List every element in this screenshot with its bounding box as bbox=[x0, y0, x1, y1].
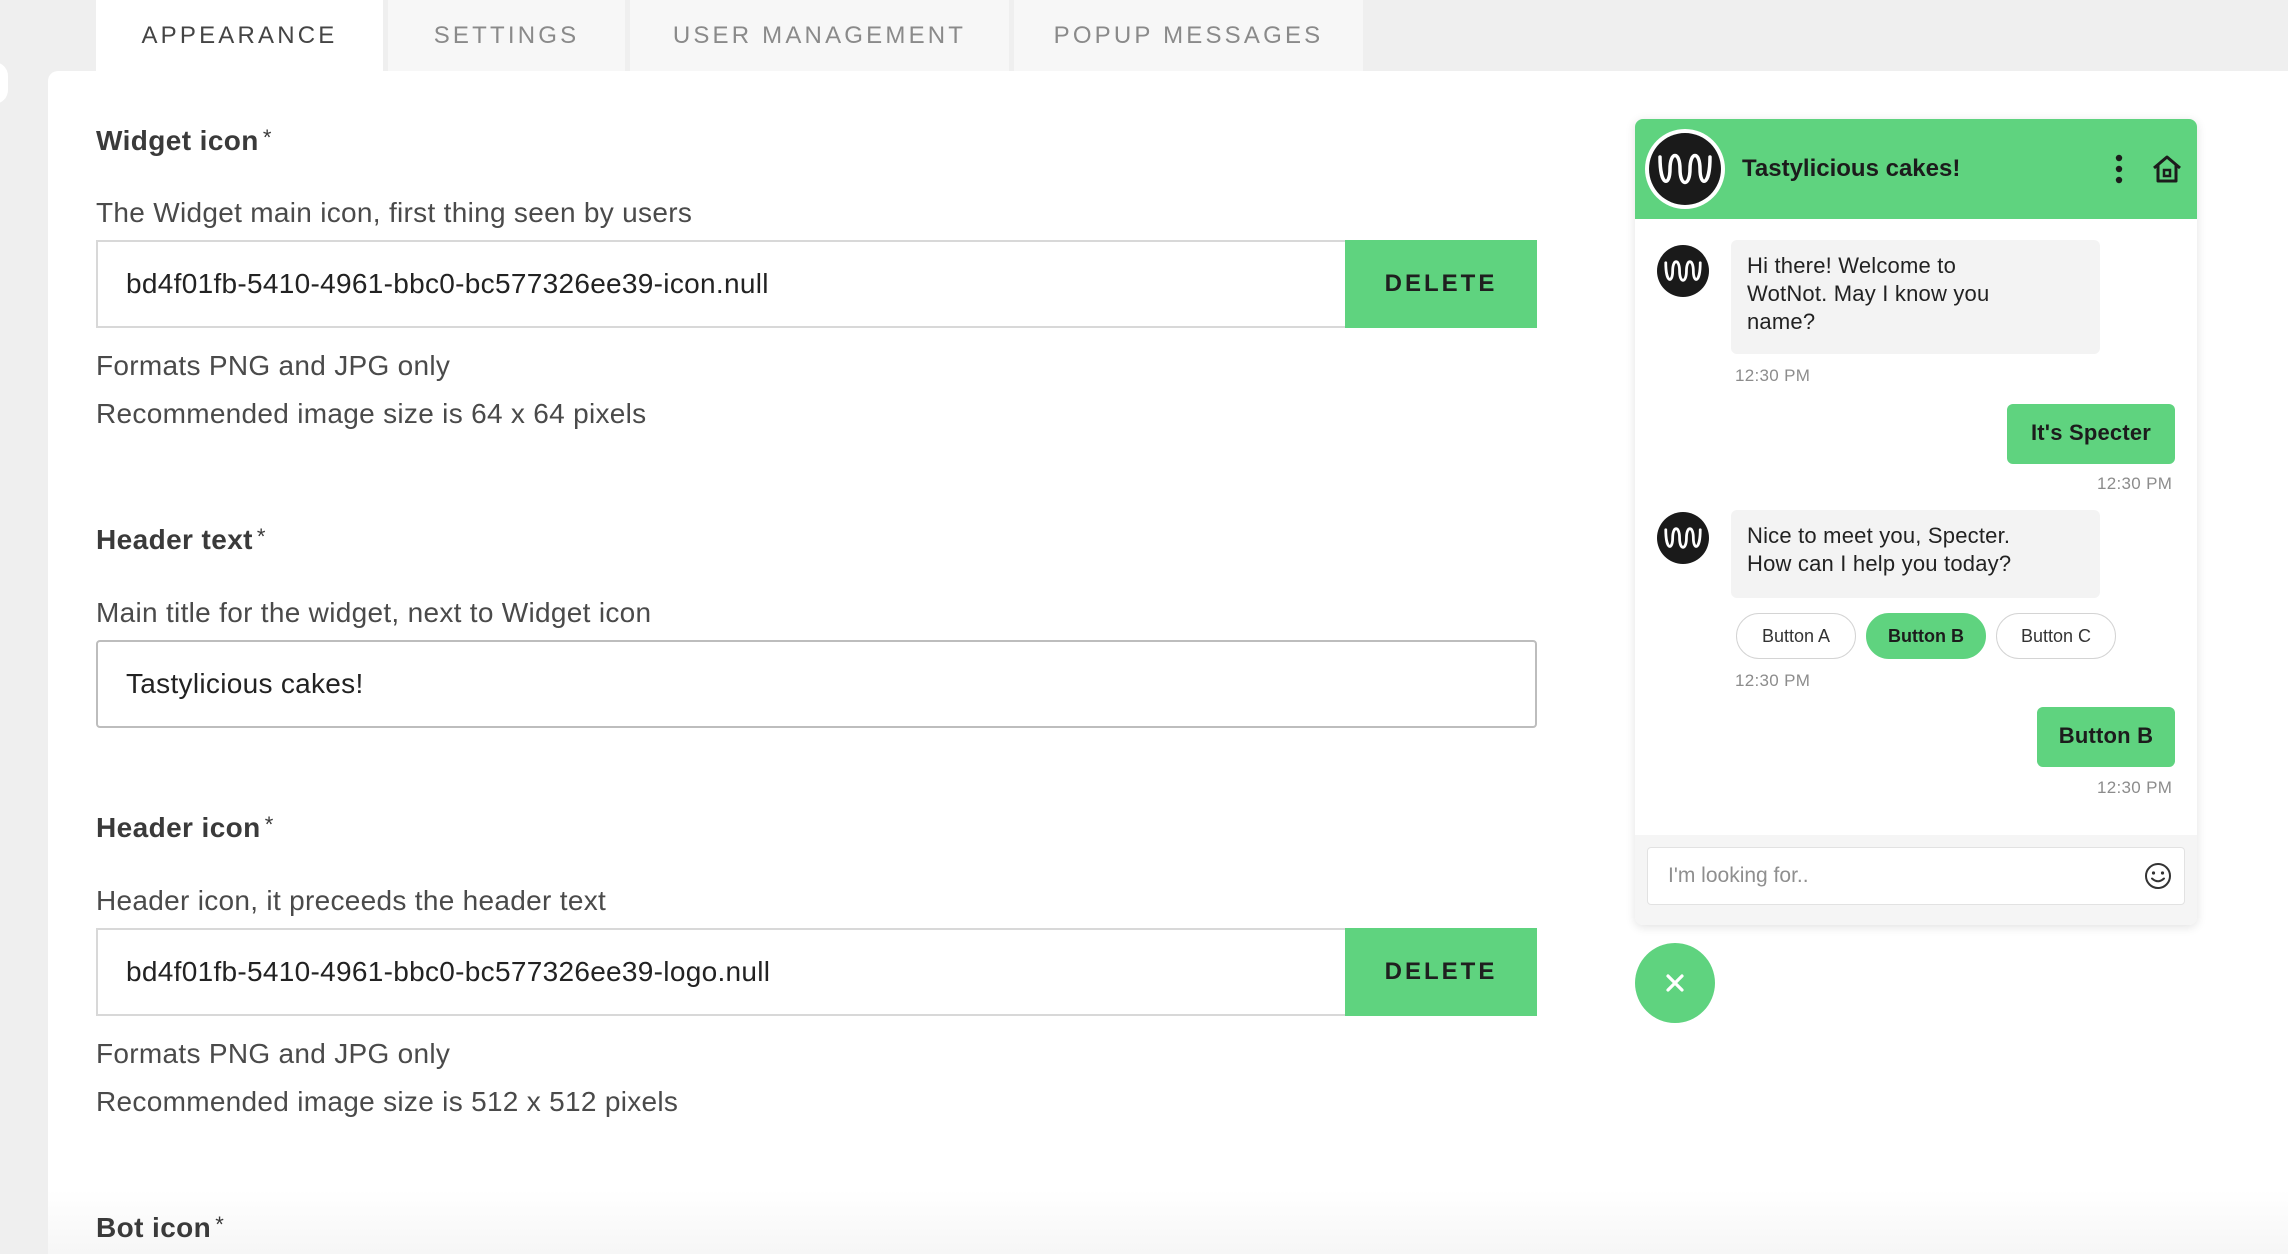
header-text-input[interactable]: Tastylicious cakes! bbox=[96, 640, 1537, 728]
close-icon bbox=[1666, 974, 1684, 992]
widget-icon-delete-button[interactable]: DELETE bbox=[1345, 240, 1537, 328]
smiley-icon[interactable] bbox=[2143, 861, 2173, 891]
chat-header: Tastylicious cakes! bbox=[1635, 119, 2197, 219]
widget-icon-field-row: bd4f01fb-5410-4961-bbc0-bc577326ee39-ico… bbox=[96, 240, 1537, 328]
widget-icon-description: The Widget main icon, first thing seen b… bbox=[96, 197, 693, 228]
bot-message-line: Hi there! Welcome to bbox=[1747, 253, 1957, 278]
user-message: It's Specter bbox=[2007, 404, 2175, 464]
home-icon[interactable] bbox=[2149, 151, 2185, 187]
header-icon-description: Header icon, it preceeds the header text bbox=[96, 885, 607, 916]
message-timestamp: 12:30 PM bbox=[2097, 778, 2173, 797]
chat-message-input[interactable] bbox=[1647, 847, 2185, 905]
header-text-description: Main title for the widget, next to Widge… bbox=[96, 597, 652, 628]
widget-icon-formats-wrap: Formats PNG and JPG only bbox=[96, 350, 1536, 382]
tab-settings[interactable]: SETTINGS bbox=[388, 0, 625, 71]
header-text-label: Header text * bbox=[96, 524, 266, 555]
bot-message-line: WotNot. May I know you bbox=[1747, 281, 1990, 306]
chat-header-title: Tastylicious cakes! bbox=[1742, 155, 1961, 182]
header-text-field-row: Tastylicious cakes! bbox=[96, 640, 1537, 728]
message-timestamp: 12:30 PM bbox=[2097, 474, 2173, 493]
widget-icon-size-wrap: Recommended image size is 64 x 64 pixels bbox=[96, 398, 1536, 430]
bot-icon-section: Bot icon * bbox=[96, 1212, 1536, 1244]
bot-avatar-icon bbox=[1657, 245, 1709, 297]
widget-icon-label: Widget icon * bbox=[96, 125, 272, 156]
header-icon-size-wrap: Recommended image size is 512 x 512 pixe… bbox=[96, 1086, 1536, 1118]
user-message: Button B bbox=[2037, 707, 2175, 767]
chat-footer bbox=[1635, 835, 2197, 925]
close-widget-button[interactable] bbox=[1635, 943, 1715, 1023]
bot-message: Hi there! Welcome to WotNot. May I know … bbox=[1731, 240, 2100, 354]
widget-icon-file-field[interactable]: bd4f01fb-5410-4961-bbc0-bc577326ee39-ico… bbox=[96, 240, 1345, 328]
widget-icon-section: Widget icon * bbox=[96, 125, 1536, 157]
header-text-description-wrap: Main title for the widget, next to Widge… bbox=[96, 597, 1536, 629]
tab-appearance[interactable]: APPEARANCE bbox=[96, 0, 383, 71]
header-logo-icon bbox=[1645, 129, 1725, 209]
header-icon-formats-wrap: Formats PNG and JPG only bbox=[96, 1038, 1536, 1070]
header-text-section: Header text * bbox=[96, 524, 1536, 556]
widget-icon-description-wrap: The Widget main icon, first thing seen b… bbox=[96, 197, 1536, 229]
header-icon-delete-button[interactable]: DELETE bbox=[1345, 928, 1537, 1016]
header-icon-description-wrap: Header icon, it preceeds the header text bbox=[96, 885, 1536, 917]
quick-reply-button-selected[interactable]: Button B bbox=[1866, 613, 1986, 659]
header-icon-label: Header icon * bbox=[96, 812, 274, 843]
bot-message-line: name? bbox=[1747, 309, 1816, 334]
bot-icon-label: Bot icon * bbox=[96, 1212, 225, 1243]
tab-popup-messages[interactable]: POPUP MESSAGES bbox=[1014, 0, 1363, 71]
widget-icon-size-note: Recommended image size is 64 x 64 pixels bbox=[96, 398, 647, 429]
header-icon-size-note: Recommended image size is 512 x 512 pixe… bbox=[96, 1086, 679, 1117]
kebab-menu-icon[interactable] bbox=[2101, 151, 2137, 187]
message-timestamp: 12:30 PM bbox=[1735, 671, 1811, 690]
tab-user-management[interactable]: USER MANAGEMENT bbox=[630, 0, 1009, 71]
widget-icon-formats-note: Formats PNG and JPG only bbox=[96, 350, 451, 381]
bot-avatar-icon bbox=[1657, 512, 1709, 564]
header-icon-file-field[interactable]: bd4f01fb-5410-4961-bbc0-bc577326ee39-log… bbox=[96, 928, 1345, 1016]
bot-message: Nice to meet you, Specter. How can I hel… bbox=[1731, 510, 2100, 598]
bot-message-line: How can I help you today? bbox=[1747, 551, 2012, 576]
message-timestamp: 12:30 PM bbox=[1735, 366, 1811, 385]
header-icon-field-row: bd4f01fb-5410-4961-bbc0-bc577326ee39-log… bbox=[96, 928, 1537, 1016]
side-handle bbox=[0, 62, 8, 104]
bot-message-line: Nice to meet you, Specter. bbox=[1747, 523, 2011, 548]
quick-reply-button[interactable]: Button C bbox=[1996, 613, 2116, 659]
tab-bar: APPEARANCE SETTINGS USER MANAGEMENT POPU… bbox=[96, 0, 1368, 71]
header-icon-formats-note: Formats PNG and JPG only bbox=[96, 1038, 451, 1069]
chat-widget-preview: Tastylicious cakes! Hi there! Welcome to… bbox=[1635, 119, 2197, 925]
quick-reply-button[interactable]: Button A bbox=[1736, 613, 1856, 659]
header-icon-section: Header icon * bbox=[96, 812, 1536, 844]
